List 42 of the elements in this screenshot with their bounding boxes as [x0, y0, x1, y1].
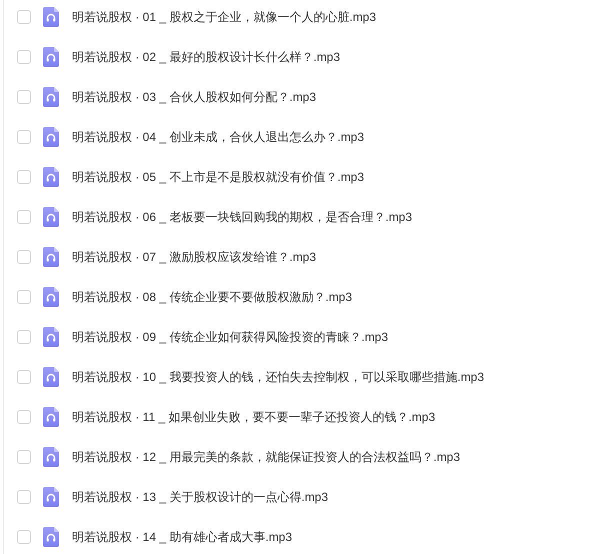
audio-file-icon: [43, 327, 59, 347]
checkbox[interactable]: [17, 370, 31, 384]
checkbox[interactable]: [17, 450, 31, 464]
file-name[interactable]: 明若说股权 · 05 _ 不上市是不是股权就没有价值？.mp3: [72, 168, 364, 186]
file-name[interactable]: 明若说股权 · 02 _ 最好的股权设计长什么样？.mp3: [72, 48, 340, 66]
checkbox[interactable]: [17, 330, 31, 344]
audio-file-icon: [43, 287, 59, 307]
audio-file-icon: [43, 367, 59, 387]
audio-file-icon: [43, 47, 59, 67]
file-name[interactable]: 明若说股权 · 10 _ 我要投资人的钱，还怕失去控制权，可以采取哪些措施.mp3: [72, 368, 484, 386]
file-name[interactable]: 明若说股权 · 04 _ 创业未成，合伙人退出怎么办？.mp3: [72, 128, 364, 146]
audio-file-icon: [43, 87, 59, 107]
file-name[interactable]: 明若说股权 · 11 _ 如果创业失败，要不要一辈子还投资人的钱？.mp3: [72, 408, 436, 426]
audio-file-icon: [43, 527, 59, 547]
file-name[interactable]: 明若说股权 · 07 _ 激励股权应该发给谁？.mp3: [72, 248, 316, 266]
file-name[interactable]: 明若说股权 · 08 _ 传统企业要不要做股权激励？.mp3: [72, 288, 352, 306]
file-name[interactable]: 明若说股权 · 01 _ 股权之于企业，就像一个人的心脏.mp3: [72, 8, 376, 26]
checkbox[interactable]: [17, 410, 31, 424]
file-name[interactable]: 明若说股权 · 06 _ 老板要一块钱回购我的期权，是否合理？.mp3: [72, 208, 412, 226]
file-name[interactable]: 明若说股权 · 13 _ 关于股权设计的一点心得.mp3: [72, 488, 328, 506]
audio-file-icon: [43, 447, 59, 467]
checkbox[interactable]: [17, 50, 31, 64]
audio-file-icon: [43, 207, 59, 227]
audio-file-icon: [43, 7, 59, 27]
checkbox[interactable]: [17, 90, 31, 104]
audio-file-icon: [43, 407, 59, 427]
file-name[interactable]: 明若说股权 · 09 _ 传统企业如何获得风险投资的青睐？.mp3: [72, 328, 388, 346]
checkbox[interactable]: [17, 10, 31, 24]
audio-file-icon: [43, 127, 59, 147]
checkbox[interactable]: [17, 290, 31, 304]
checkbox[interactable]: [17, 490, 31, 504]
checkbox[interactable]: [17, 250, 31, 264]
audio-file-icon: [43, 167, 59, 187]
file-name[interactable]: 明若说股权 · 03 _ 合伙人股权如何分配？.mp3: [72, 88, 316, 106]
checkbox[interactable]: [17, 130, 31, 144]
checkbox[interactable]: [17, 170, 31, 184]
checkbox[interactable]: [17, 210, 31, 224]
file-name[interactable]: 明若说股权 · 12 _ 用最完美的条款，就能保证投资人的合法权益吗？.mp3: [72, 448, 460, 466]
checkbox[interactable]: [17, 530, 31, 544]
audio-file-icon: [43, 247, 59, 267]
audio-file-icon: [43, 487, 59, 507]
file-name[interactable]: 明若说股权 · 14 _ 助有雄心者成大事.mp3: [72, 528, 292, 546]
